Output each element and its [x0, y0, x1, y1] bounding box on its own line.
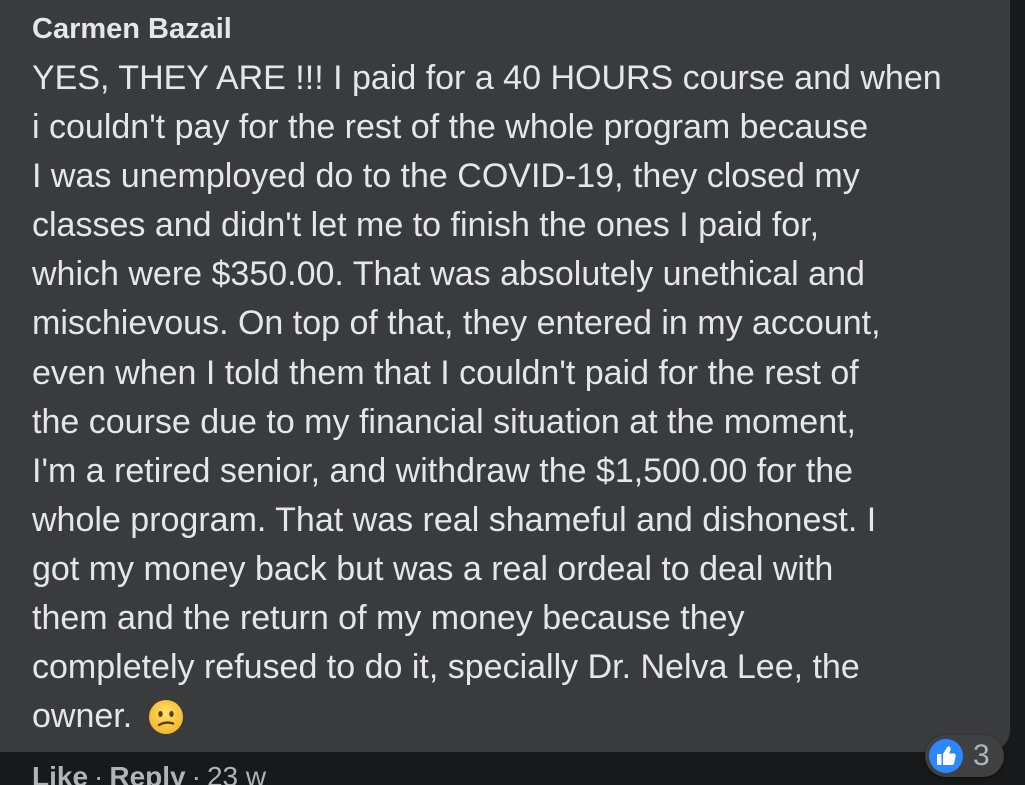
comment-line: which were $350.00. That was absolutely … [32, 255, 865, 294]
comment-line: completely refused to do it, specially D… [32, 648, 860, 687]
comment-line: YES, THEY ARE !!! I paid for a 40 HOURS … [32, 59, 942, 97]
comment-line: classes and didn't let me to finish the … [32, 206, 820, 245]
comment-text: YES, THEY ARE !!! I paid for a 40 HOURS … [32, 54, 1002, 741]
comment-line: i couldn't pay for the rest of the whole… [32, 108, 869, 147]
comment-line: I was unemployed do to the COVID-19, the… [32, 157, 860, 196]
comment-bubble: Carmen Bazail YES, THEY ARE !!! I paid f… [0, 0, 1010, 752]
confused-face-emoji [148, 700, 183, 735]
comment-line: whole program. That was real shameful an… [32, 500, 877, 539]
comment-line: the course due to my financial situation… [32, 402, 857, 441]
reaction-count: 3 [973, 739, 990, 772]
separator: · [94, 761, 104, 785]
comment-author[interactable]: Carmen Bazail [32, 12, 232, 46]
separator: · [191, 761, 201, 785]
comment-line-last: owner. [32, 692, 1002, 741]
comment-line-text: owner. [32, 697, 133, 736]
like-icon [927, 737, 965, 775]
timestamp[interactable]: 23 w [207, 761, 266, 785]
comment-line: I'm a retired senior, and withdraw the $… [32, 451, 854, 490]
like-link[interactable]: Like [32, 761, 88, 785]
reaction-summary[interactable]: 3 [925, 735, 1004, 777]
comment-actions: Like · Reply · 23 w [32, 760, 266, 785]
reply-link[interactable]: Reply [109, 761, 185, 785]
comment-line: mischievous. On top of that, they entere… [32, 304, 881, 343]
comment-line: them and the return of my money because … [32, 599, 745, 638]
comment-line: even when I told them that I couldn't pa… [32, 353, 859, 392]
comment-line: got my money back but was a real ordeal … [32, 549, 834, 588]
